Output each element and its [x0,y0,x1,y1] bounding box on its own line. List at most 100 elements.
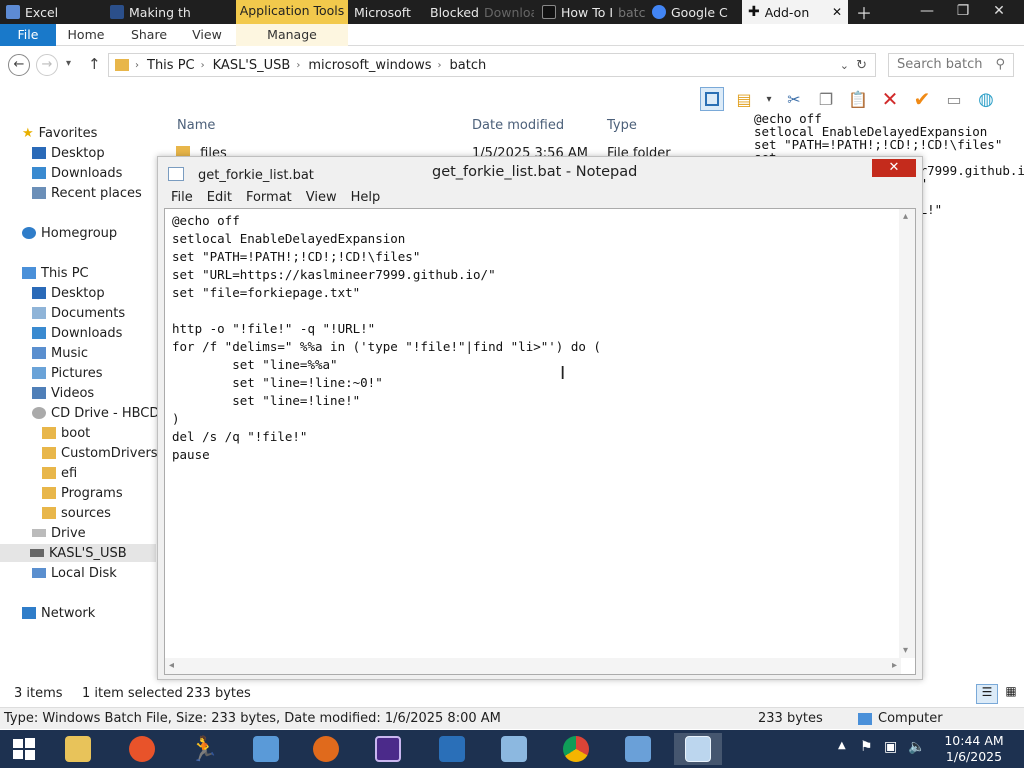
notepad-close-button[interactable]: ✕ [872,159,916,177]
flag-icon[interactable]: ⚑ [860,739,873,768]
ribbon-tab-home[interactable]: Home [60,24,112,46]
taskbar-control-panel[interactable] [614,733,662,765]
taskbar-notepad[interactable] [674,733,722,765]
taskbar-firefox[interactable] [118,733,166,765]
taskbar-firefox-2[interactable] [302,733,350,765]
network-icon[interactable]: ▣ [884,739,897,768]
vertical-scrollbar[interactable]: ▴ ▾ [899,209,915,658]
tab-microsoft[interactable]: Microsoft [348,0,422,24]
minimize-icon[interactable]: — [910,0,944,24]
ribbon-tab-manage[interactable]: Manage [236,24,348,46]
scroll-left-icon[interactable]: ◂ [169,660,174,671]
nav-documents[interactable]: Documents [32,304,125,322]
chevron-right-icon: › [200,59,205,71]
volume-icon[interactable]: 🔈 [908,739,925,768]
nav-pictures[interactable]: Pictures [32,364,102,382]
menu-edit[interactable]: Edit [200,188,239,208]
cut-icon[interactable]: ✂ [782,87,806,111]
taskbar-chrome[interactable] [552,733,600,765]
chevron-down-icon[interactable]: ▾ [764,87,774,111]
system-clock[interactable]: 10:44 AM 1/6/2025 [928,733,1020,765]
tab-excel[interactable]: Excel [0,0,104,24]
checkmark-icon[interactable]: ✔ [910,87,934,111]
nav-desktop[interactable]: Desktop [32,284,105,302]
nav-homegroup[interactable]: Homegroup [22,224,117,242]
paste-icon[interactable]: 📋 [846,87,870,111]
delete-icon[interactable]: ✕ [878,87,902,111]
scroll-down-icon[interactable]: ▾ [903,645,908,656]
taskbar-tools-app[interactable] [490,733,538,765]
column-name[interactable]: Name [177,118,215,133]
window-close-icon[interactable]: ✕ [982,0,1016,24]
nav-cd-drive[interactable]: CD Drive - HBCD_ [32,404,166,422]
large-icons-view-icon[interactable]: ▦ [1002,684,1020,704]
new-tab-icon[interactable]: ＋ [850,0,880,24]
scroll-right-icon[interactable]: ▸ [892,660,897,671]
preview-pane-icon[interactable] [700,87,724,111]
copy-icon[interactable]: ❐ [814,87,838,111]
restore-icon[interactable]: ❐ [946,0,980,24]
recent-locations-icon[interactable]: ▾ [66,58,71,69]
nav-drive[interactable]: Drive [32,524,86,542]
taskbar-file-explorer[interactable] [54,733,102,765]
tab-making[interactable]: Making th [104,0,214,24]
nav-efi[interactable]: efi [42,464,77,482]
nav-downloads[interactable]: Downloads [32,324,122,342]
nav-favorites[interactable]: ★ Favorites [22,124,97,142]
close-icon[interactable]: ✕ [832,5,842,19]
notepad-editor[interactable]: @echo off setlocal EnableDelayedExpansio… [164,208,916,675]
nav-sources[interactable]: sources [42,504,111,522]
taskbar-chip-app[interactable] [364,733,412,765]
show-hidden-icons-icon[interactable]: ▲ [838,740,846,768]
column-date[interactable]: Date modified [472,118,564,133]
tab-add-on[interactable]: ✚ Add-on ✕ [742,0,848,24]
tab-blocked[interactable]: Blocked Download [424,0,534,24]
taskbar-image-app[interactable] [242,733,290,765]
nav-customdrivers[interactable]: CustomDrivers [42,444,158,462]
back-icon[interactable]: ← [8,54,30,76]
ribbon-tab-file[interactable]: File [0,24,56,46]
nav-programs[interactable]: Programs [42,484,123,502]
crumb-microsoft-windows[interactable]: microsoft_windows [308,58,431,73]
menu-view[interactable]: View [299,188,344,208]
ribbon-tab-share[interactable]: Share [122,24,176,46]
menu-file[interactable]: File [164,188,200,208]
address-bar[interactable]: › This PC › KASL'S_USB › microsoft_windo… [108,53,876,77]
properties-icon[interactable]: ▤ [732,87,756,111]
notepad-window[interactable]: get_forkie_list.bat get_forkie_list.bat … [157,156,923,680]
notepad-title-bar[interactable]: get_forkie_list.bat get_forkie_list.bat … [158,157,922,185]
ribbon-tab-view[interactable]: View [184,24,230,46]
taskbar-runner-app[interactable]: 🏃 [180,733,228,765]
crumb-batch[interactable]: batch [450,58,487,73]
search-input[interactable]: Search batch ⚲ [888,53,1014,77]
tab-how-to[interactable]: How To I batch [536,0,646,24]
notepad-content[interactable]: @echo off setlocal EnableDelayedExpansio… [172,212,601,464]
nav-videos[interactable]: Videos [32,384,94,402]
menu-format[interactable]: Format [239,188,299,208]
scroll-up-icon[interactable]: ▴ [903,211,908,222]
nav-network[interactable]: Network [22,604,95,622]
globe-icon[interactable]: ◍ [974,87,998,111]
menu-help[interactable]: Help [344,188,388,208]
rename-icon[interactable]: ▭ [942,87,966,111]
refresh-icon[interactable]: ↻ [856,58,867,73]
up-icon[interactable]: ↑ [88,55,101,73]
chevron-down-icon[interactable]: ⌄ [840,59,849,72]
nav-this-pc[interactable]: This PC [22,264,89,282]
nav-fav-desktop[interactable]: Desktop [32,144,105,162]
column-type[interactable]: Type [607,118,637,133]
nav-music[interactable]: Music [32,344,88,362]
details-view-icon[interactable]: ☰ [976,684,998,704]
start-button[interactable] [0,733,48,765]
nav-kasls-usb[interactable]: KASL'S_USB [0,544,156,562]
crumb-usb[interactable]: KASL'S_USB [213,58,291,73]
forward-icon[interactable]: → [36,54,58,76]
horizontal-scrollbar[interactable]: ◂ ▸ [165,658,901,674]
taskbar-powershell[interactable] [428,733,476,765]
nav-recent-places[interactable]: Recent places [32,184,142,202]
nav-boot[interactable]: boot [42,424,90,442]
tab-google[interactable]: Google C [646,0,742,24]
nav-local-disk[interactable]: Local Disk [32,564,117,582]
nav-fav-downloads[interactable]: Downloads [32,164,122,182]
crumb-this-pc[interactable]: This PC [147,58,195,73]
